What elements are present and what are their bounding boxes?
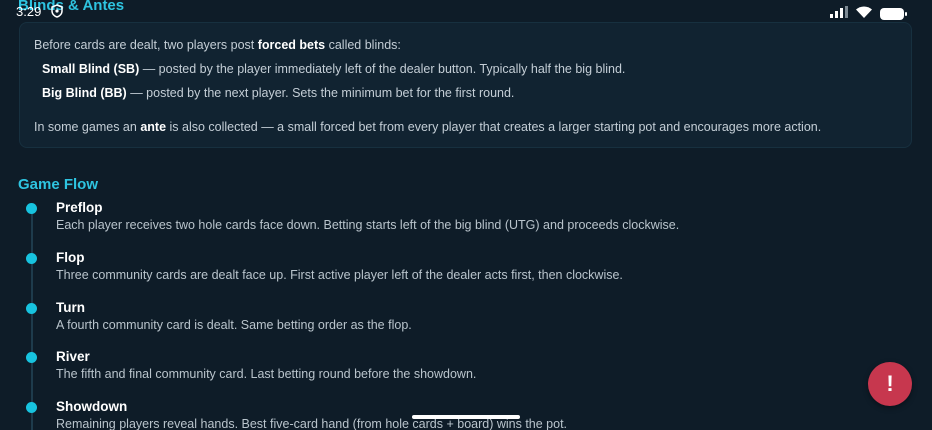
battery-icon <box>880 8 907 20</box>
big-blind-line: Big Blind (BB) — posted by the next play… <box>42 86 515 100</box>
game-flow-heading: Game Flow <box>18 176 99 193</box>
step-description: A fourth community card is dealt. Same b… <box>56 318 412 332</box>
timeline-dot <box>26 352 37 363</box>
step-title: Preflop <box>56 200 103 215</box>
step-title: Flop <box>56 250 85 265</box>
status-indicators <box>830 5 907 23</box>
step-description: Each player receives two hole cards face… <box>56 218 680 232</box>
step-title: Showdown <box>56 399 128 414</box>
timeline-dot <box>26 253 37 264</box>
timeline-line <box>31 208 33 430</box>
timeline-dot <box>26 303 37 314</box>
wifi-icon <box>856 5 872 23</box>
ante-note: In some games an ante is also collected … <box>34 120 822 134</box>
blinds-intro: Before cards are dealt, two players post… <box>34 38 401 52</box>
timeline-dot <box>26 402 37 413</box>
shield-icon <box>51 4 63 23</box>
ante-term: ante <box>140 120 167 134</box>
step-description: Three community cards are dealt face up.… <box>56 268 623 282</box>
step-description: The fifth and final community card. Last… <box>56 367 477 381</box>
home-indicator[interactable] <box>412 415 520 419</box>
small-blind-label: Small Blind (SB) <box>42 62 140 76</box>
report-fab-button[interactable]: ! <box>868 362 912 406</box>
big-blind-label: Big Blind (BB) <box>42 86 127 100</box>
signal-icon <box>830 5 848 23</box>
status-time: 3:29 <box>16 4 42 19</box>
blinds-info-card: Before cards are dealt, two players post… <box>19 22 912 148</box>
exclamation-icon: ! <box>886 371 894 396</box>
step-title: Turn <box>56 300 85 315</box>
small-blind-line: Small Blind (SB) — posted by the player … <box>42 62 626 76</box>
step-title: River <box>56 349 90 364</box>
forced-bets-term: forced bets <box>257 38 326 52</box>
screen: Blinds & Antes 3:29 Before cards are dea… <box>0 0 932 430</box>
timeline-dot <box>26 203 37 214</box>
